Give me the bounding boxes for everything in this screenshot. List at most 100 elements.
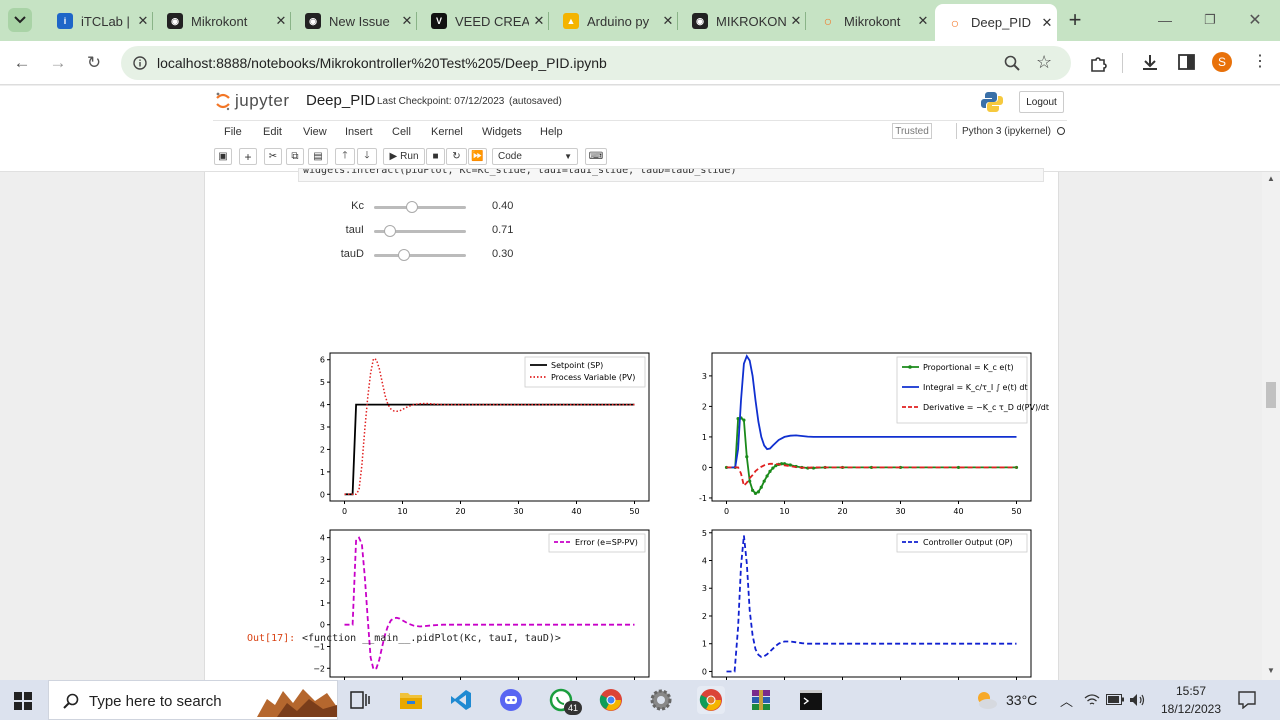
menu-view[interactable]: View: [303, 126, 327, 138]
tab-close-icon[interactable]: ✕: [786, 13, 806, 29]
battery-icon[interactable]: [1106, 694, 1124, 705]
terminal-icon[interactable]: [797, 686, 825, 714]
scroll-up-icon[interactable]: ▲: [1267, 174, 1275, 183]
tab-6[interactable]: ◉ MIKROKON ✕: [680, 6, 806, 36]
task-view-icon[interactable]: [346, 686, 374, 714]
bookmark-star-icon[interactable]: ☆: [1036, 52, 1052, 73]
insert-cell-button[interactable]: +: [239, 148, 257, 165]
tray-chevron-up-icon[interactable]: ︿: [1060, 691, 1073, 710]
forward-button[interactable]: →: [45, 50, 71, 76]
y-tick-label: -1: [699, 494, 707, 503]
slider-thumb[interactable]: [383, 225, 396, 237]
address-bar[interactable]: localhost:8888/notebooks/Mikrokontroller…: [121, 46, 1071, 80]
reload-icon: ↻: [86, 53, 102, 72]
weather-icon[interactable]: [974, 688, 998, 712]
download-icon[interactable]: [1141, 53, 1159, 71]
profile-avatar[interactable]: S: [1212, 52, 1232, 72]
taskbar-search[interactable]: Type here to search: [48, 680, 338, 720]
arrow-right-icon: →: [49, 53, 67, 72]
tab-2[interactable]: ◉ Mikrokont ✕: [155, 6, 291, 36]
cut-button[interactable]: ✂: [264, 148, 282, 165]
tab-close-icon[interactable]: ✕: [1037, 15, 1057, 31]
page-scrollbar[interactable]: ▲ ▼: [1262, 172, 1280, 680]
move-down-button[interactable]: 🡓: [357, 148, 377, 165]
slider-track-taud[interactable]: [374, 254, 466, 257]
slider-label: tauI: [345, 224, 364, 236]
y-tick-label: 1: [320, 468, 325, 477]
move-up-button[interactable]: 🡑: [335, 148, 355, 165]
menu-edit[interactable]: Edit: [263, 126, 282, 138]
notebook-name[interactable]: Deep_PID: [306, 92, 375, 109]
legend-label: Process Variable (PV): [551, 373, 635, 382]
y-tick-label: 3: [320, 555, 325, 564]
reload-button[interactable]: ↻: [81, 50, 107, 76]
menu-insert[interactable]: Insert: [345, 126, 373, 138]
copy-button[interactable]: ⧉: [286, 148, 304, 165]
clock-date[interactable]: 18/12/2023: [1151, 702, 1231, 716]
tab-close-icon[interactable]: ✕: [271, 13, 291, 29]
minimize-button[interactable]: —: [1152, 7, 1178, 33]
logout-button[interactable]: Logout: [1019, 91, 1064, 113]
windows-start-icon[interactable]: [14, 692, 32, 710]
run-button[interactable]: ▶ Run: [383, 148, 425, 165]
interrupt-button[interactable]: ■: [426, 148, 445, 165]
tab-7[interactable]: ○ Mikrokont ✕: [808, 6, 933, 36]
menu-help[interactable]: Help: [540, 126, 563, 138]
zoom-icon[interactable]: [1004, 55, 1020, 71]
wifi-icon[interactable]: [1084, 693, 1100, 707]
menu-kernel[interactable]: Kernel: [431, 126, 463, 138]
tab-5[interactable]: ▲ Arduino py ✕: [551, 6, 678, 36]
scrollbar-thumb[interactable]: [1266, 382, 1276, 408]
slider-thumb[interactable]: [406, 201, 418, 213]
side-panel-icon[interactable]: [1178, 54, 1195, 70]
discord-icon[interactable]: [497, 686, 525, 714]
notification-center-icon[interactable]: [1238, 691, 1256, 709]
new-tab-button[interactable]: +: [1062, 7, 1088, 33]
restart-run-all-button[interactable]: ⏩: [468, 148, 487, 165]
clock-time[interactable]: 15:57: [1161, 684, 1221, 698]
tab-1[interactable]: i iTCLab | De✕: [45, 6, 153, 36]
winrar-icon[interactable]: [747, 686, 775, 714]
whatsapp-icon[interactable]: 41: [547, 686, 582, 715]
command-palette-button[interactable]: ⌨: [585, 148, 607, 165]
tab-8[interactable]: ○ Deep_PID ✕: [935, 4, 1057, 41]
menu-cell[interactable]: Cell: [392, 126, 411, 138]
y-tick-label: 3: [702, 584, 707, 593]
y-tick-label: 4: [702, 557, 707, 566]
tab-3[interactable]: ◉ New Issue ✕: [293, 6, 417, 36]
tab-favicon-icon: ◉: [167, 13, 183, 29]
tab-close-icon[interactable]: ✕: [658, 13, 678, 29]
speaker-icon[interactable]: [1129, 693, 1145, 707]
file-explorer-icon[interactable]: [397, 686, 425, 714]
tab-close-icon[interactable]: ✕: [397, 13, 417, 29]
menu-file[interactable]: File: [224, 126, 242, 138]
tab-close-icon[interactable]: ✕: [133, 13, 153, 29]
trusted-indicator[interactable]: Trusted: [892, 123, 932, 139]
restore-button[interactable]: ❐: [1197, 7, 1223, 33]
back-button[interactable]: ←: [9, 50, 35, 76]
cell-type-select[interactable]: Code ▼: [492, 148, 578, 165]
browser-menu-icon[interactable]: ⋮: [1252, 51, 1268, 71]
x-tick-label: 40: [953, 507, 963, 516]
scroll-down-icon[interactable]: ▼: [1267, 666, 1275, 675]
chrome-icon[interactable]: [597, 686, 625, 714]
vscode-icon[interactable]: [447, 686, 475, 714]
paste-button[interactable]: ▤: [308, 148, 328, 165]
code-cell[interactable]: widgets.interact(pidPlot, Kc=Kc_slide, t…: [298, 168, 1044, 182]
extensions-icon[interactable]: [1089, 54, 1107, 72]
restart-button[interactable]: ↻: [446, 148, 467, 165]
save-button[interactable]: ▣: [214, 148, 232, 165]
settings-gear-icon[interactable]: [647, 686, 675, 714]
tab-4[interactable]: V VEED CREA ✕: [419, 6, 549, 36]
chrome-active-icon[interactable]: [697, 686, 725, 714]
slider-track-kc[interactable]: [374, 206, 466, 209]
tab-search-button[interactable]: [8, 8, 32, 32]
jupyter-logo[interactable]: jupyter: [215, 91, 290, 111]
close-window-button[interactable]: ✕: [1242, 7, 1268, 33]
x-tick-label: 0: [342, 507, 347, 516]
y-tick-label: 2: [320, 577, 325, 586]
tab-close-icon[interactable]: ✕: [913, 13, 933, 29]
tab-close-icon[interactable]: ✕: [529, 13, 549, 29]
menu-widgets[interactable]: Widgets: [482, 126, 522, 138]
series-marker: [745, 455, 749, 459]
